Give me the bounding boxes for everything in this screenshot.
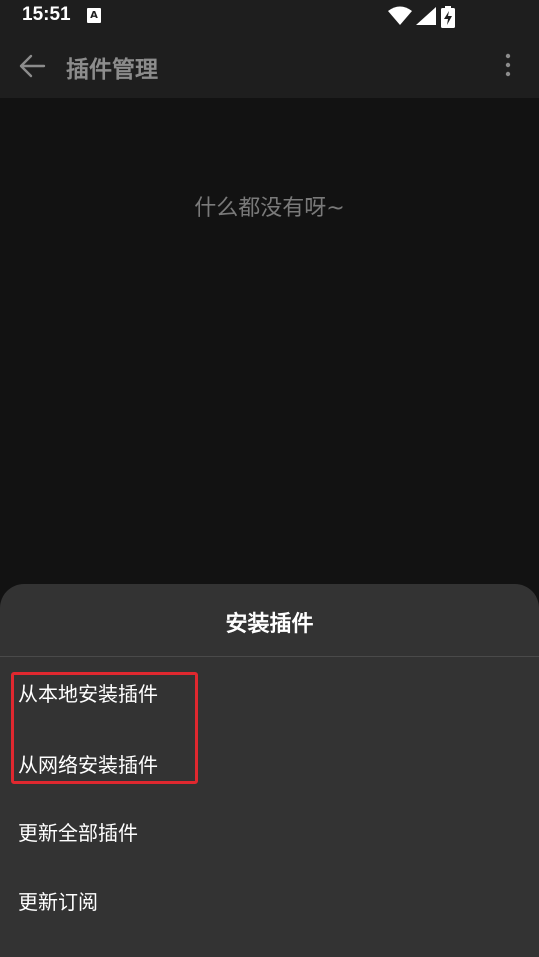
arrow-left-icon[interactable]	[18, 52, 46, 80]
sheet-divider	[0, 656, 539, 657]
page-title: 插件管理	[66, 57, 158, 83]
empty-state-text: 什么都没有呀~	[194, 196, 345, 221]
status-time: 15:51	[22, 4, 71, 25]
app-bar: 插件管理	[0, 32, 539, 98]
sheet-title: 安装插件	[225, 612, 314, 637]
notification-a-icon: A	[87, 8, 101, 23]
battery-charging-icon	[441, 6, 455, 28]
wifi-icon	[388, 6, 412, 25]
more-vert-icon[interactable]	[496, 52, 520, 78]
highlight-annotation-box	[11, 672, 198, 784]
signal-icon	[416, 7, 436, 25]
update-subscription-item[interactable]: 更新订阅	[18, 886, 98, 915]
status-bar: 15:51 A	[0, 0, 539, 32]
update-all-plugins-item[interactable]: 更新全部插件	[18, 817, 138, 846]
